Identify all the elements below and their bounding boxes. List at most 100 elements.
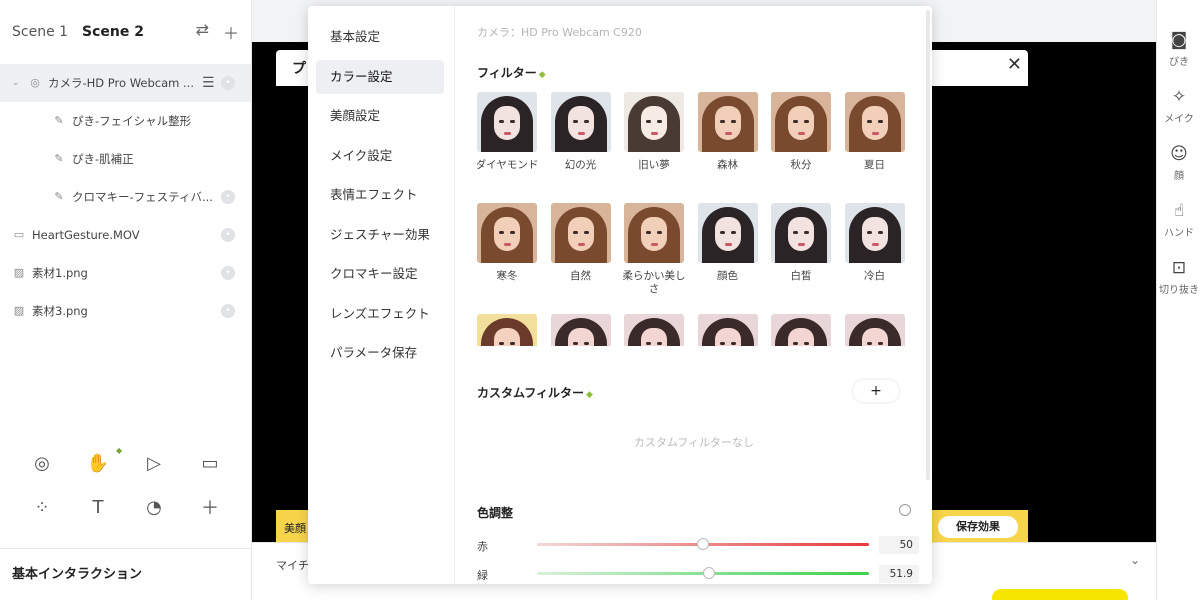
filter-thumbnail: [477, 92, 537, 152]
filter-thumbnail: [477, 203, 537, 263]
slider-value[interactable]: 51.9: [879, 565, 919, 583]
filter-item[interactable]: 寒冬: [477, 203, 539, 283]
basic-interaction-title: 基本インタラクション: [0, 548, 252, 582]
magic-wand-icon: ✎: [54, 114, 64, 127]
filter-item[interactable]: [769, 314, 833, 346]
visibility-icon[interactable]: •: [221, 76, 235, 90]
source-item[interactable]: ✎ ぴき-肌補正: [0, 140, 251, 178]
filter-name: 幻の光: [564, 159, 597, 171]
cutout-icon: ⊡: [1171, 258, 1187, 278]
slider-value[interactable]: 50: [879, 536, 919, 554]
filter-item[interactable]: 夏日: [843, 92, 907, 172]
sticker-source-icon[interactable]: ◔: [126, 496, 182, 518]
settings-menu-item[interactable]: レンズエフェクト: [316, 297, 444, 331]
filter-item[interactable]: [696, 314, 760, 346]
settings-menu-item[interactable]: 表情エフェクト: [316, 178, 444, 212]
bottom-label: マイチ: [276, 559, 309, 572]
expand-caret-icon[interactable]: ⌄: [12, 78, 24, 88]
tab-scene-1[interactable]: Scene 1: [12, 24, 68, 40]
settings-menu-item[interactable]: ジェスチャー効果: [316, 218, 444, 252]
visibility-icon[interactable]: •: [221, 266, 235, 280]
filter-name: 寒冬: [496, 270, 518, 282]
rail-item[interactable]: ◙ ぴき: [1157, 30, 1200, 68]
filter-item[interactable]: [843, 314, 907, 346]
filter-grid: ダイヤモンド 幻の光 旧い夢 森林 秋分 夏日寒冬 自然 柔らかい美しさ 顔色 白皙 冷白: [477, 92, 917, 346]
visibility-icon[interactable]: •: [221, 304, 235, 318]
settings-menu-item[interactable]: パラメータ保存: [316, 336, 444, 370]
filter-name: 旧い夢: [638, 159, 670, 171]
filter-thumbnail: [697, 314, 758, 346]
rail-item[interactable]: ☺ 顔: [1157, 144, 1200, 182]
filter-item[interactable]: 冷白: [843, 203, 907, 283]
video-source-icon[interactable]: ▷: [126, 452, 182, 474]
beauty-label: 美顔: [284, 522, 306, 535]
effect-source-icon[interactable]: ⁘: [14, 496, 70, 518]
rail-item[interactable]: ☝ ハンド: [1157, 201, 1200, 239]
source-tools: ◎ ✋ ◆ ▷ ▭ ⁘ T ◔ ＋: [0, 446, 252, 519]
source-item[interactable]: ▨ 素材3.png •: [0, 292, 251, 330]
filter-item[interactable]: [477, 314, 539, 346]
slider-knob[interactable]: [697, 538, 709, 550]
menu-icon[interactable]: ☰: [202, 75, 215, 91]
settings-menu-item[interactable]: 美顔設定: [316, 99, 444, 133]
chevron-down-icon[interactable]: ⌄: [1130, 553, 1140, 567]
camera-name: カメラ：HD Pro Webcam C920: [477, 26, 642, 39]
filter-item[interactable]: 幻の光: [549, 92, 613, 172]
filter-item[interactable]: 柔らかい美しさ: [622, 203, 686, 296]
camera-source-icon[interactable]: ◎: [14, 452, 70, 474]
filter-thumbnail: [844, 314, 905, 346]
settings-menu-item[interactable]: カラー設定: [316, 59, 444, 94]
premium-icon: ◆: [538, 70, 546, 80]
rail-item[interactable]: ✧ メイク: [1157, 87, 1200, 125]
rail-item[interactable]: ⊡ 切り抜き: [1157, 258, 1200, 296]
slider-knob[interactable]: [703, 567, 716, 579]
add-scene-icon[interactable]: ＋: [223, 20, 239, 44]
text-source-icon[interactable]: T: [70, 496, 126, 518]
filter-name: ダイヤモンド: [477, 159, 539, 171]
visibility-icon[interactable]: •: [221, 190, 235, 204]
filter-item[interactable]: 白皙: [769, 203, 833, 283]
camera-icon: ◎: [30, 76, 40, 89]
rail-label: ハンド: [1164, 228, 1194, 239]
hand-gesture-icon[interactable]: ✋ ◆: [70, 446, 126, 474]
tab-scene-2[interactable]: Scene 2: [82, 24, 144, 40]
filter-item[interactable]: 顔色: [696, 203, 760, 283]
reset-icon[interactable]: [899, 504, 911, 516]
filter-item[interactable]: 自然: [549, 203, 613, 283]
source-label: ぴき-肌補正: [72, 152, 134, 166]
hand-icon: ☝: [1173, 201, 1185, 221]
magic-wand-icon: ✎: [54, 190, 64, 203]
go-live-button[interactable]: [992, 589, 1128, 600]
screen-cast-icon[interactable]: ▭: [182, 452, 238, 474]
color-adjust-title: 色調整: [477, 506, 514, 520]
close-icon[interactable]: ✕: [1007, 54, 1022, 75]
source-item[interactable]: ✎ ぴき-フェイシャル整形: [0, 102, 251, 140]
settings-menu-item[interactable]: 基本設定: [316, 20, 444, 54]
sources-panel: Scene 1 Scene 2 ⇄ ＋ ⌄ ◎ カメラ-HD Pro Webcam …: [0, 0, 252, 600]
save-effect-button[interactable]: 保存効果: [938, 516, 1018, 538]
filter-name: 秋分: [790, 159, 812, 171]
filter-item[interactable]: 秋分: [769, 92, 833, 172]
slider-label: 緑: [477, 569, 488, 582]
source-item[interactable]: ▨ 素材1.png •: [0, 254, 251, 292]
filter-item[interactable]: ダイヤモンド: [477, 92, 539, 172]
settings-menu-item[interactable]: クロマキー設定: [316, 257, 444, 291]
face-icon: ☺: [1170, 144, 1188, 164]
add-source-icon[interactable]: ＋: [182, 496, 238, 519]
filter-item[interactable]: 旧い夢: [622, 92, 686, 172]
source-item[interactable]: ✎ クロマキー-フェスティバ... •: [0, 178, 251, 216]
sliders-icon[interactable]: ⇄: [196, 20, 209, 44]
scene-tabs: Scene 1 Scene 2 ⇄ ＋: [0, 0, 251, 64]
scrollbar[interactable]: [926, 10, 930, 480]
visibility-icon[interactable]: •: [221, 228, 235, 242]
source-item[interactable]: ▭ HeartGesture.MOV •: [0, 216, 251, 254]
filter-item[interactable]: [622, 314, 686, 346]
right-rail: ◙ ぴき ✧ メイク ☺ 顔 ☝ ハンド ⊡ 切り抜き: [1156, 0, 1200, 600]
settings-menu-item[interactable]: メイク設定: [316, 139, 444, 173]
filter-item[interactable]: 森林: [696, 92, 760, 172]
filter-item[interactable]: [549, 314, 613, 346]
premium-icon: ◆: [586, 390, 593, 400]
add-custom-filter-button[interactable]: +: [853, 380, 899, 402]
source-item[interactable]: ⌄ ◎ カメラ-HD Pro Webcam ... ☰ •: [0, 64, 251, 102]
filter-name: 白皙: [790, 270, 812, 282]
